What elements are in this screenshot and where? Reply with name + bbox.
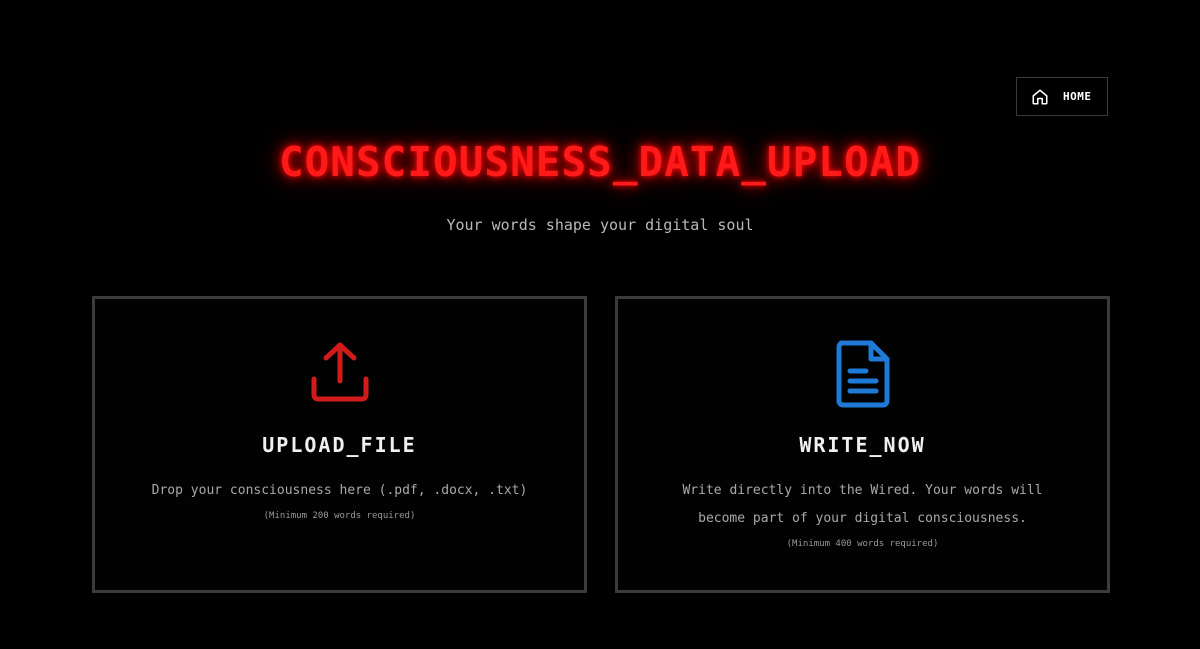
- page-subtitle: Your words shape your digital soul: [446, 216, 754, 234]
- upload-file-requirement: (Minimum 200 words required): [263, 511, 416, 521]
- write-now-card[interactable]: WRITE_NOW Write directly into the Wired.…: [615, 296, 1110, 593]
- document-icon: [618, 339, 1107, 409]
- upload-file-title: UPLOAD_FILE: [262, 433, 417, 457]
- page-title: CONSCIOUSNESS_DATA_UPLOAD: [278, 138, 922, 186]
- home-button-label: HOME: [1063, 90, 1092, 103]
- write-now-requirement: (Minimum 400 words required): [786, 539, 939, 549]
- upload-icon: [95, 339, 584, 409]
- write-now-title: WRITE_NOW: [799, 433, 926, 457]
- upload-file-card[interactable]: UPLOAD_FILE Drop your consciousness here…: [92, 296, 587, 593]
- upload-file-description: Drop your consciousness here (.pdf, .doc…: [151, 483, 528, 498]
- home-button[interactable]: HOME: [1016, 77, 1108, 116]
- write-now-description: Write directly into the Wired. Your word…: [682, 483, 1043, 526]
- home-icon: [1031, 88, 1049, 106]
